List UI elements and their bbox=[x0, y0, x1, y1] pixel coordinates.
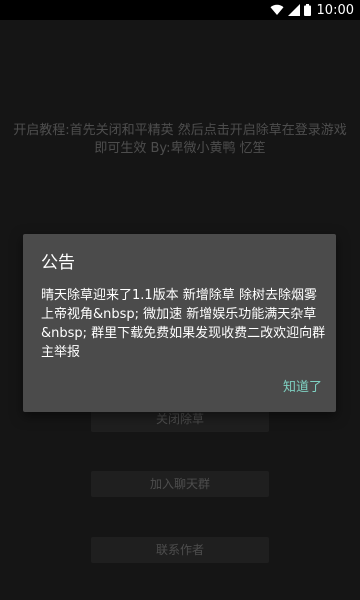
status-bar: 10:00 bbox=[0, 0, 360, 20]
signal-icon bbox=[287, 1, 300, 20]
battery-icon bbox=[303, 1, 311, 20]
confirm-button[interactable]: 知道了 bbox=[283, 376, 322, 395]
announcement-dialog: 公告 晴天除草迎来了1.1版本 新增除草 除树去除烟雾 上帝视角&nbsp; 微… bbox=[23, 234, 336, 412]
wifi-icon bbox=[270, 1, 284, 20]
status-time: 10:00 bbox=[316, 2, 354, 18]
dialog-message: 晴天除草迎来了1.1版本 新增除草 除树去除烟雾 上帝视角&nbsp; 微加速 … bbox=[41, 288, 326, 360]
status-icons: 10:00 bbox=[270, 1, 354, 19]
dialog-title: 公告 bbox=[41, 253, 75, 273]
